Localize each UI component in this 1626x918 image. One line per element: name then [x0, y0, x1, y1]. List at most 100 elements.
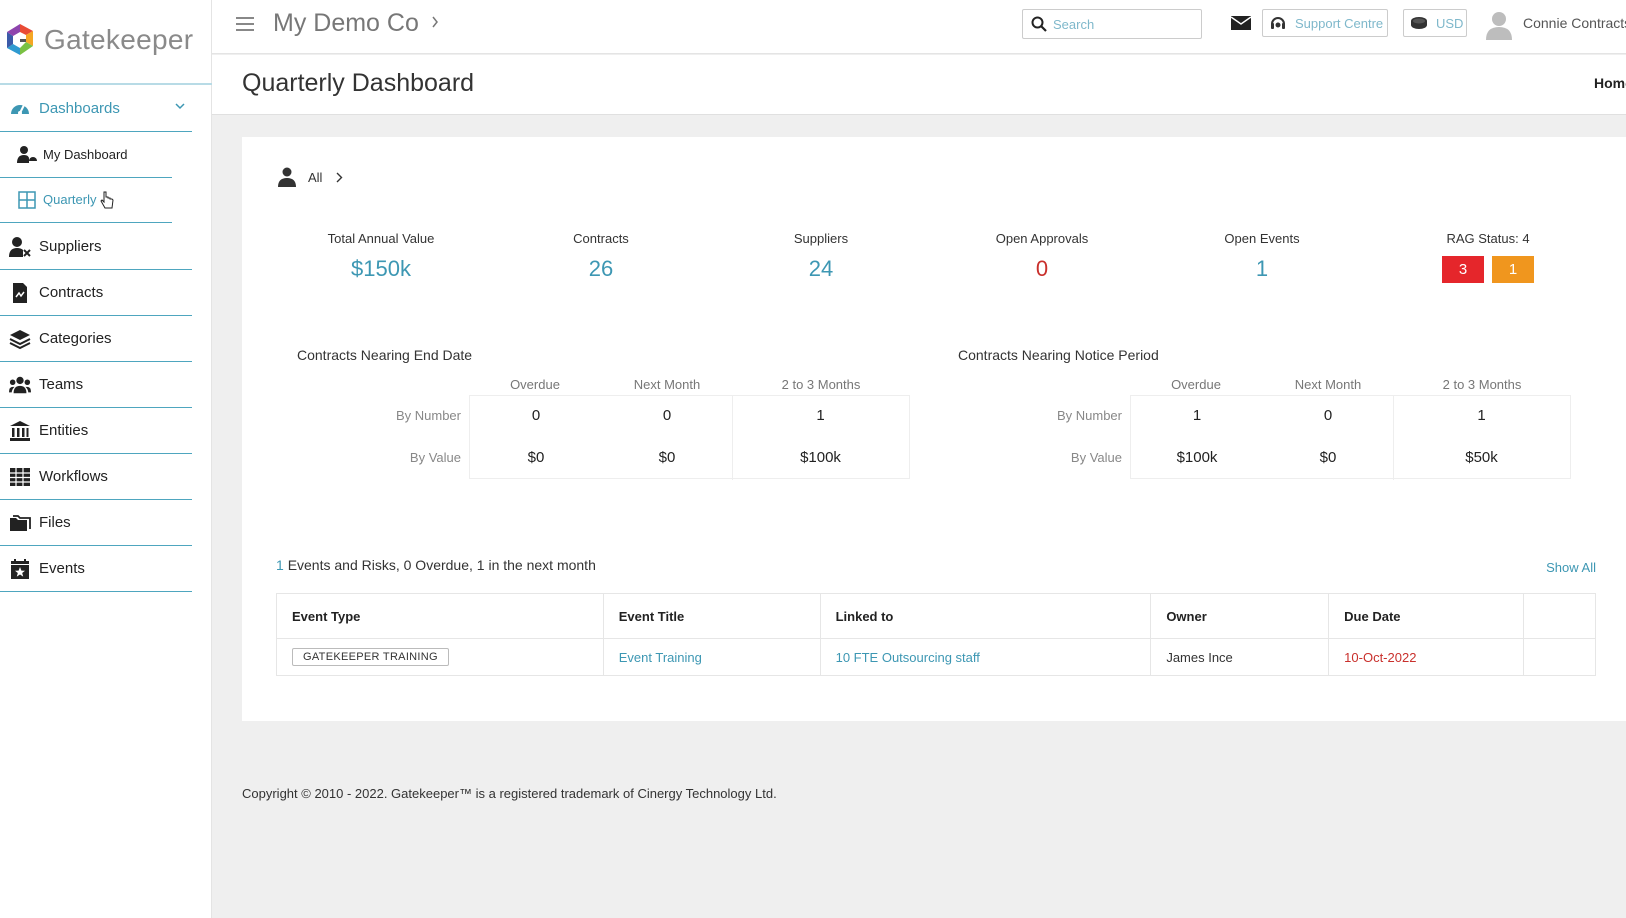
- column-header[interactable]: Event Type: [276, 593, 604, 639]
- sidebar-item-suppliers[interactable]: Suppliers: [0, 224, 192, 270]
- page-title: Quarterly Dashboard: [242, 69, 475, 97]
- sidebar-item-teams[interactable]: Teams: [0, 362, 192, 408]
- footer-copyright: Copyright © 2010 - 2022. Gatekeeper™ is …: [242, 786, 777, 801]
- envelope-icon[interactable]: [1231, 15, 1251, 31]
- grid-cell[interactable]: 0: [1263, 407, 1393, 424]
- breadcrumb-home[interactable]: Home: [1594, 75, 1626, 91]
- column-header: 2 to 3 Months: [781, 377, 861, 392]
- coins-icon: [1411, 17, 1427, 29]
- sidebar-item-label: Categories: [39, 330, 112, 347]
- grid-cell[interactable]: 1: [1131, 407, 1263, 424]
- sidebar-item-entities[interactable]: Entities: [0, 408, 192, 454]
- search-input[interactable]: [1053, 16, 1193, 32]
- kpi-value[interactable]: 1: [1152, 256, 1372, 282]
- grid-cell[interactable]: $100k: [1131, 449, 1263, 466]
- chevron-down-icon[interactable]: [174, 100, 186, 112]
- table-row[interactable]: GATEKEEPER TRAINING Event Training 10 FT…: [276, 638, 1596, 676]
- grid-cell[interactable]: $0: [602, 449, 732, 466]
- owner-cell: James Ince: [1150, 638, 1330, 676]
- kpi-label: Open Events: [1224, 231, 1300, 246]
- owner-filter[interactable]: All: [278, 167, 343, 187]
- grid-cell[interactable]: $100k: [732, 449, 909, 466]
- kpi-value[interactable]: 26: [491, 256, 711, 282]
- sidebar-item-contracts[interactable]: Contracts: [0, 270, 192, 316]
- event-type-cell: GATEKEEPER TRAINING: [276, 638, 604, 676]
- event-title-link[interactable]: Event Training: [619, 650, 702, 665]
- currency-selector[interactable]: USD: [1403, 9, 1467, 37]
- users-icon: [9, 374, 31, 396]
- events-summary: 1 Events and Risks, 0 Overdue, 1 in the …: [276, 557, 596, 573]
- kpi-label: Total Annual Value: [327, 231, 435, 246]
- kpi-suppliers: Suppliers 24: [711, 231, 931, 282]
- headset-icon: [1271, 17, 1285, 29]
- gatekeeper-logo-icon: [7, 24, 33, 55]
- sidebar-subitem-my-dashboard[interactable]: My Dashboard: [0, 132, 172, 178]
- event-title-cell: Event Training: [602, 638, 821, 676]
- grid-cell[interactable]: $0: [470, 449, 602, 466]
- sidebar-item-label: Contracts: [39, 284, 104, 301]
- chevron-right-icon[interactable]: [431, 16, 439, 28]
- company-name[interactable]: My Demo Co: [273, 9, 419, 38]
- kpi-value[interactable]: 24: [711, 256, 931, 282]
- grid-cell[interactable]: $50k: [1393, 449, 1570, 466]
- show-all-link[interactable]: Show All: [1546, 560, 1596, 575]
- user-name[interactable]: Connie Contracts: [1523, 15, 1626, 31]
- logo[interactable]: Gatekeeper: [2, 18, 193, 62]
- events-table: Event Type Event Title Linked to Owner D…: [276, 593, 1596, 676]
- column-header: Next Month: [633, 377, 701, 392]
- linked-to-link[interactable]: 10 FTE Outsourcing staff: [836, 650, 980, 665]
- grid-cell[interactable]: 1: [732, 407, 909, 424]
- sidebar-item-label: Events: [39, 560, 85, 577]
- kpi-label: Open Approvals: [995, 231, 1089, 246]
- row-header: By Value: [1070, 450, 1122, 465]
- column-header: Overdue: [1171, 377, 1221, 392]
- search-box[interactable]: [1022, 9, 1202, 39]
- user-gauge-icon: [17, 145, 37, 165]
- user-tools-icon: [9, 236, 31, 258]
- column-header[interactable]: Due Date: [1328, 593, 1524, 639]
- grid-cell[interactable]: 0: [602, 407, 732, 424]
- grid-cell[interactable]: 1: [1393, 407, 1570, 424]
- due-date: 10-Oct-2022: [1344, 649, 1417, 665]
- column-header[interactable]: Linked to: [819, 593, 1152, 639]
- logo-divider: [0, 83, 212, 85]
- sidebar: Gatekeeper Dashboards My Dashboard Quart…: [0, 0, 212, 918]
- sidebar-subitem-label: My Dashboard: [43, 147, 128, 162]
- rag-badge-amber[interactable]: 1: [1492, 256, 1534, 283]
- grid-cell[interactable]: $0: [1263, 449, 1393, 466]
- rag-badge-red[interactable]: 3: [1442, 256, 1484, 283]
- support-centre-label: Support Centre: [1295, 15, 1384, 31]
- grid-cell[interactable]: 0: [470, 407, 602, 424]
- grid-cells: 1 0 1 $100k $0 $50k: [1130, 395, 1571, 480]
- sidebar-subitem-quarterly[interactable]: Quarterly: [0, 177, 172, 223]
- sidebar-item-events[interactable]: Events: [0, 546, 192, 592]
- sidebar-item-label: Entities: [39, 422, 89, 439]
- search-icon: [1031, 16, 1047, 32]
- sidebar-subitem-label: Quarterly: [43, 192, 97, 207]
- kpi-value[interactable]: $150k: [271, 256, 491, 282]
- table-header-row: Event Type Event Title Linked to Owner D…: [276, 593, 1596, 639]
- currency-label: USD: [1436, 15, 1464, 31]
- sidebar-item-categories[interactable]: Categories: [0, 316, 192, 362]
- support-centre-button[interactable]: Support Centre: [1262, 9, 1388, 37]
- hamburger-menu-icon[interactable]: [236, 17, 254, 31]
- sidebar-item-workflows[interactable]: Workflows: [0, 454, 192, 500]
- kpi-rag-status: RAG Status: 4 3 1: [1378, 231, 1598, 283]
- kpi-value[interactable]: 0: [932, 256, 1152, 282]
- user-avatar-icon[interactable]: [1485, 10, 1513, 40]
- dashboard-card: All Total Annual Value $150k Contracts 2…: [242, 137, 1626, 721]
- events-count[interactable]: 1: [276, 557, 284, 573]
- page-header: Quarterly Dashboard Home: [212, 55, 1626, 115]
- row-header: By Number: [395, 408, 461, 423]
- end-date-panel: Contracts Nearing End Date Overdue Next …: [297, 347, 910, 480]
- kpi-open-approvals: Open Approvals 0: [932, 231, 1152, 282]
- user-icon: [278, 167, 296, 187]
- column-header[interactable]: Event Title: [602, 593, 821, 639]
- brand-name: Gatekeeper: [44, 24, 194, 55]
- top-bar: My Demo Co Support Centre USD Connie Con…: [212, 0, 1626, 54]
- column-header[interactable]: Owner: [1150, 593, 1330, 639]
- sidebar-item-dashboards[interactable]: Dashboards: [0, 86, 192, 132]
- sidebar-item-files[interactable]: Files: [0, 500, 192, 546]
- kpi-open-events: Open Events 1: [1152, 231, 1372, 282]
- mouse-pointer-icon: [100, 191, 114, 209]
